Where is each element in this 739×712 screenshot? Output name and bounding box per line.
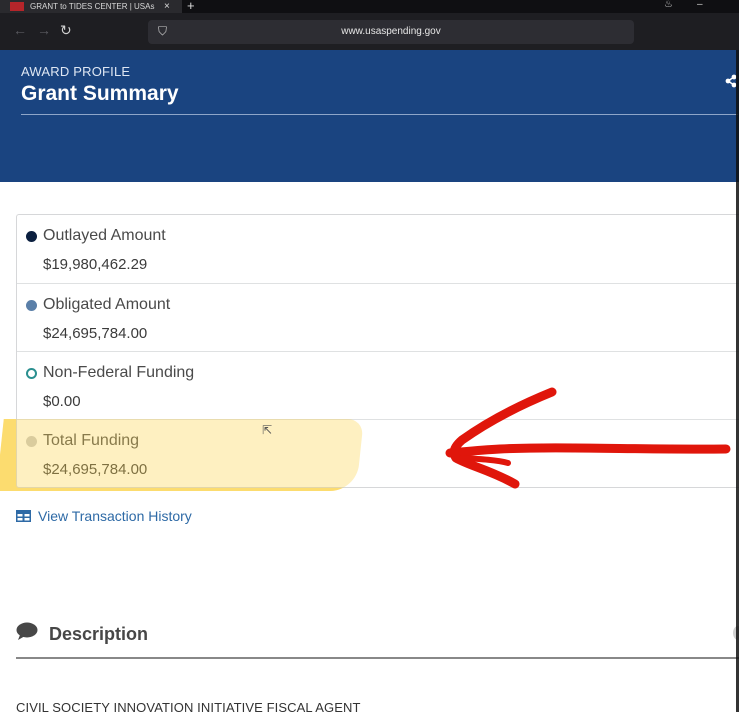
minimize-icon[interactable]: – [697, 0, 703, 10]
description-text: CIVIL SOCIETY INNOVATION INITIATIVE FISC… [16, 700, 361, 712]
link-label[interactable]: View Transaction History [38, 508, 192, 524]
tab-title: GRANT to TIDES CENTER | USAs [30, 2, 155, 11]
mouse-cursor-icon: ⇱ [262, 423, 273, 437]
non-federal-legend-dot [26, 368, 37, 379]
funding-label: Outlayed Amount [43, 227, 166, 244]
browser-toolbar: ← → ↻ ⛉ www.usaspending.gov [0, 13, 739, 50]
funding-label: Obligated Amount [43, 296, 171, 313]
funding-value: $19,980,462.29 [43, 256, 148, 273]
page-eyebrow: AWARD PROFILE [21, 64, 131, 79]
speech-bubble-icon [16, 622, 38, 640]
table-icon [16, 510, 31, 522]
browser-tab-bar: GRANT to TIDES CENTER | USAs × + ♨ – [0, 0, 739, 13]
reload-icon[interactable]: ↻ [60, 22, 72, 39]
header-divider [21, 114, 738, 115]
view-transaction-history-link[interactable]: View Transaction History [16, 508, 192, 524]
address-bar[interactable]: ⛉ www.usaspending.gov [148, 20, 634, 44]
funding-value: $0.00 [43, 393, 81, 410]
funding-value: $24,695,784.00 [43, 325, 148, 342]
funding-label: Non-Federal Funding [43, 364, 195, 381]
browser-tab[interactable]: GRANT to TIDES CENTER | USAs × [0, 0, 182, 13]
page-title: Grant Summary [21, 82, 179, 105]
forward-icon[interactable]: → [37, 22, 51, 38]
funding-row-obligated: Obligated Amount $24,695,784.00 [17, 283, 739, 351]
tab-close-icon[interactable]: × [164, 1, 170, 12]
award-header: AWARD PROFILE Grant Summary [0, 50, 739, 182]
url-text: www.usaspending.gov [341, 26, 441, 37]
description-heading: Description [49, 624, 149, 644]
funding-row-outlayed: Outlayed Amount $19,980,462.29 [17, 215, 739, 283]
new-tab-icon[interactable]: + [187, 0, 195, 13]
funding-row-non-federal: Non-Federal Funding $0.00 [17, 351, 739, 419]
back-icon[interactable]: ← [13, 22, 27, 38]
description-divider [16, 657, 739, 659]
obligated-legend-dot [26, 300, 37, 311]
tab-favicon-icon [10, 2, 24, 11]
extension-icon[interactable]: ♨ [664, 0, 673, 10]
highlighter-overlay [0, 419, 364, 491]
extension-area [634, 13, 739, 50]
outlayed-legend-dot [26, 231, 37, 242]
